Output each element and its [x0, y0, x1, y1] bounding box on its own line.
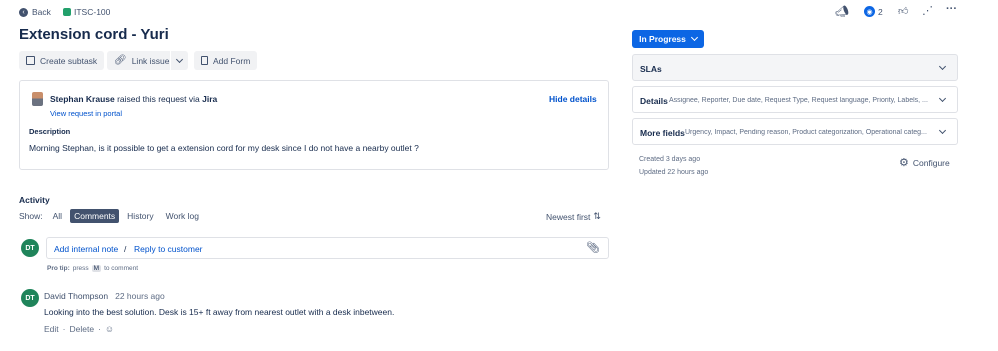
slas-panel[interactable]: SLAs [632, 54, 958, 81]
action-dot: · [98, 324, 101, 334]
eye-icon: ◉ [864, 6, 875, 17]
comment-author-avatar: DT [21, 289, 39, 307]
edit-comment-link[interactable]: Edit [44, 324, 59, 334]
description-text: Morning Stephan, is it possible to get a… [29, 143, 419, 153]
like-icon[interactable]: 👍︎ [898, 5, 908, 17]
feedback-icon[interactable]: 📣︎ [835, 5, 849, 18]
gear-icon: ⚙︎ [899, 157, 909, 169]
create-subtask-button[interactable]: Create subtask [19, 51, 105, 70]
raised-line: Stephan Krause raised this request via J… [50, 94, 217, 104]
sort-button[interactable]: Newest first ⇅ [546, 211, 601, 222]
comment-time: 22 hours ago [115, 291, 165, 301]
comment-author[interactable]: David Thompson [44, 291, 108, 301]
chevron-down-icon [938, 94, 947, 103]
issue-key: ITSC-100 [74, 7, 111, 17]
configure-button[interactable]: ⚙︎ Configure [899, 156, 950, 169]
more-actions-icon[interactable]: ··· [946, 3, 957, 15]
more-fields-label: More fields [640, 128, 685, 138]
description-label: Description [29, 127, 71, 136]
more-fields-list: Urgency, Impact, Pending reason, Product… [685, 129, 927, 136]
channel-name: Jira [202, 94, 218, 104]
tab-comments[interactable]: Comments [70, 209, 120, 223]
details-panel[interactable]: Details Assignee, Reporter, Due date, Re… [632, 86, 958, 113]
pro-tip: Pro tip: press M to comment [47, 265, 138, 272]
created-time: Created 3 days ago [639, 156, 701, 163]
status-button[interactable]: In Progress [632, 30, 704, 48]
raised-text: raised this request via [117, 94, 200, 104]
pro-tip-press: press [72, 265, 89, 272]
link-issue-button[interactable]: 🔗︎ Link issue [107, 51, 177, 70]
sort-icon: ⇅ [593, 211, 601, 221]
slas-label: SLAs [640, 64, 662, 74]
hide-details-link[interactable]: Hide details [549, 94, 597, 104]
updated-time: Updated 22 hours ago [639, 169, 709, 176]
sort-label: Newest first [546, 211, 591, 222]
tab-all[interactable]: All [49, 209, 66, 223]
back-label: Back [32, 7, 51, 17]
tab-history[interactable]: History [123, 209, 157, 223]
details-label: Details [640, 96, 668, 106]
comment-body: Looking into the best solution. Desk is … [44, 307, 395, 317]
configure-label: Configure [912, 157, 950, 168]
reporter-avatar [32, 92, 43, 106]
page-title: Extension cord - Yuri [19, 26, 169, 43]
back-arrow-icon: ‹ [19, 7, 28, 17]
watch-count: 2 [878, 6, 883, 17]
editor-separator: / [124, 244, 127, 254]
details-fields: Assignee, Reporter, Due date, Request Ty… [669, 97, 928, 104]
back-button[interactable]: ‹ Back [19, 7, 51, 17]
view-portal-link[interactable]: View request in portal [50, 109, 122, 118]
create-subtask-label: Create subtask [40, 55, 98, 66]
chevron-down-icon [175, 55, 184, 63]
chevron-down-icon [938, 62, 947, 71]
comment-editor[interactable]: Add internal note / Reply to customer 📎︎ [46, 237, 609, 259]
add-reaction-icon[interactable]: ☺︎ [105, 324, 114, 334]
add-form-label: Add Form [213, 55, 251, 66]
pro-tip-rest: to comment [104, 265, 139, 272]
add-form-button[interactable]: Add Form [194, 51, 258, 70]
status-label: In Progress [639, 34, 686, 44]
comment-actions: Edit · Delete · ☺︎ [44, 324, 114, 334]
comment-header: David Thompson 22 hours ago [44, 291, 165, 301]
issue-type-icon [63, 8, 71, 16]
share-icon[interactable]: ⋰ [922, 4, 933, 17]
show-label: Show: [19, 211, 43, 221]
chevron-down-icon [690, 33, 698, 42]
subtask-icon [26, 56, 35, 65]
link-issue-dropdown[interactable] [170, 51, 188, 70]
reply-to-customer-button[interactable]: Reply to customer [134, 244, 203, 254]
current-user-avatar: DT [21, 239, 39, 257]
delete-comment-link[interactable]: Delete [70, 324, 95, 334]
tab-work-log[interactable]: Work log [162, 209, 203, 223]
link-issue-label: Link issue [131, 55, 170, 66]
action-dot: · [62, 324, 66, 334]
form-icon [201, 56, 208, 65]
reporter-name[interactable]: Stephan Krause [50, 94, 115, 104]
attachment-icon[interactable]: 📎︎ [586, 241, 600, 254]
link-icon: 🔗︎ [114, 55, 127, 66]
pro-tip-key: M [91, 265, 102, 272]
request-details-panel: Stephan Krause raised this request via J… [19, 80, 609, 170]
watch-button[interactable]: ◉ 2 [864, 6, 883, 17]
issue-key-link[interactable]: ITSC-100 [63, 7, 110, 17]
pro-tip-label: Pro tip: [47, 265, 70, 272]
chevron-down-icon [938, 126, 947, 135]
activity-filter: Show: All Comments History Work log [19, 209, 203, 223]
more-fields-panel[interactable]: More fields Urgency, Impact, Pending rea… [632, 118, 958, 145]
add-internal-note-button[interactable]: Add internal note [54, 244, 118, 254]
activity-heading: Activity [19, 195, 50, 205]
